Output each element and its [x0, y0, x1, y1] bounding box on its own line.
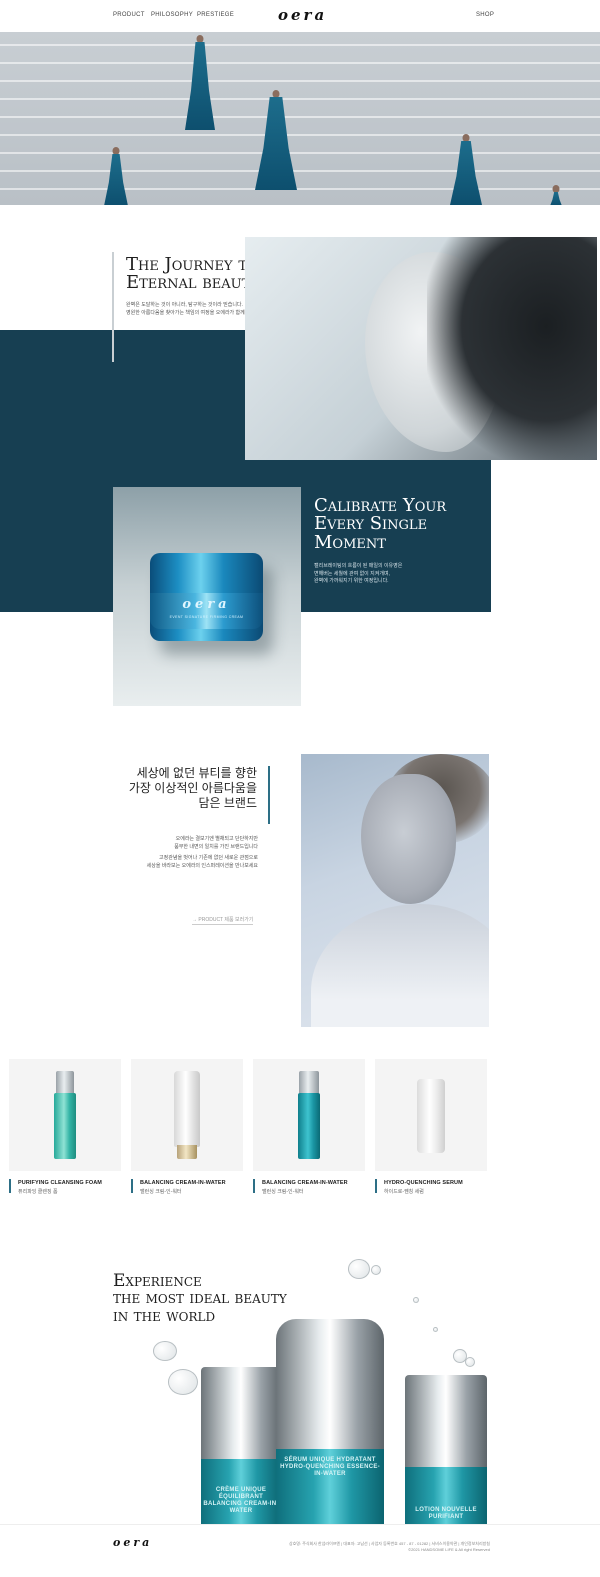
calibrate-text: 캘리브레이팅의 흐름이 된 매일의 이유영은 변해버는 세월에 관여 없이 지켜…	[314, 563, 402, 586]
product-name-ko: 퓨리파잉 클렌징 폼	[18, 1189, 58, 1195]
product-link[interactable]: → PRODUCT 제품 보러가기	[192, 916, 254, 925]
model-figure	[104, 147, 128, 205]
footer-copyright: ©2021 HANDSOME LIFE & All right Reserved	[408, 1547, 490, 1552]
bottle-label: SÉRUM UNIQUE HYDRATANT HYDRO-QUENCHING E…	[280, 1457, 380, 1477]
product-image[interactable]	[375, 1059, 487, 1171]
brand-text-line: 품부한 내면의 일치를 가진 브랜드입니다	[174, 843, 258, 850]
brand-title-line: 세상에 없던 뷰티를 향한	[136, 766, 257, 780]
brand-text-line: 오에라는 결보기엔 별채되고 단단하지만	[175, 836, 258, 842]
model-figure	[450, 134, 482, 205]
jar-label: EVENT SIGNATURE FIRMING CREAM	[169, 615, 244, 619]
product-link-label: PRODUCT 제품 보러가기	[198, 917, 254, 923]
product-bottle: LOTION NOUVELLE PURIFIANT	[405, 1375, 487, 1524]
journey-title: The Journey to Eternal beauty	[126, 255, 259, 294]
product-card[interactable]: PURIFYING CLEANSING FOAM 퓨리파잉 클렌징 폼	[9, 1059, 121, 1195]
footer-info: 상호명: 주식회사 한섬라이프엔 | 대표자: 고남선 | 사업자 등록번호 4…	[130, 1541, 490, 1553]
brand-title-line: 담은 브랜드	[198, 796, 257, 810]
model-figure	[255, 90, 297, 190]
calibrate-text-line: 변해버는 세월에 관여 없이 지켜개며,	[314, 570, 390, 577]
product-image[interactable]	[131, 1059, 243, 1171]
nav-product[interactable]: PRODUCT	[113, 12, 145, 18]
model-figure	[185, 35, 215, 130]
product-accent-bar	[253, 1179, 255, 1193]
product-accent-bar	[131, 1179, 133, 1193]
model-portrait-image	[301, 754, 489, 1027]
product-card[interactable]: BALANCING CREAM-IN-WATER 밸런싱 크림-인-워터	[253, 1059, 365, 1195]
journey-text-line: 완벽은 도달하는 것이 아니라, 탐구하는 것이라 믿습니다.	[126, 302, 243, 308]
calibrate-text-line: 완벽에 가까워지기 위한 여정입니다.	[314, 578, 389, 584]
calibrate-title-line: Every Single	[314, 513, 428, 535]
product-name-ko: 밸런싱 크림-인-워터	[140, 1189, 182, 1195]
product-name[interactable]: BALANCING CREAM-IN-WATER	[262, 1180, 372, 1186]
nav-shop[interactable]: SHOP	[476, 12, 494, 18]
cream-jar: oera EVENT SIGNATURE FIRMING CREAM	[150, 553, 263, 641]
product-name[interactable]: PURIFYING CLEANSING FOAM	[18, 1180, 128, 1186]
product-name[interactable]: HYDRO-QUENCHING SERUM	[384, 1180, 494, 1186]
brand-title-line: 가장 이상적인 아름다움을	[128, 781, 257, 795]
product-bottle: SÉRUM UNIQUE HYDRATANT HYDRO-QUENCHING E…	[276, 1319, 384, 1524]
journey-text-line: 영원한 아름다움을 찾아가는 책임의 여정을 오에라가 함께합니다.	[126, 309, 260, 316]
cream-jar-image: oera EVENT SIGNATURE FIRMING CREAM	[113, 487, 301, 706]
nav-philosophy[interactable]: PHILOSOPHY	[151, 12, 193, 18]
site-logo[interactable]: oera	[278, 6, 327, 24]
product-bottle: CRÈME UNIQUE ÉQUILIBRANT BALANCING CREAM…	[201, 1367, 281, 1524]
nav-prestiege[interactable]: PRESTIEGE	[197, 12, 234, 18]
site-footer: oera 상호명: 주식회사 한섬라이프엔 | 대표자: 고남선 | 사업자 등…	[0, 1524, 600, 1577]
product-name-ko: 하이드로-퀜칭 세럼	[384, 1189, 424, 1195]
bottle-label: LOTION NOUVELLE PURIFIANT	[415, 1507, 477, 1520]
brand-text-2: 고정관념을 벗어나 기존에 없던 새로운 관점으로 세상을 바라보는 오에라의 …	[100, 855, 258, 870]
product-card[interactable]: BALANCING CREAM-IN-WATER 밸런싱 크림-인-워터	[131, 1059, 243, 1195]
site-header: PRODUCT PHILOSOPHY PRESTIEGE oera SHOP	[0, 0, 600, 32]
journey-title-line: Eternal beauty	[126, 272, 259, 294]
jar-logo: oera	[182, 597, 231, 612]
product-card[interactable]: HYDRO-QUENCHING SERUM 하이드로-퀜칭 세럼	[375, 1059, 487, 1195]
product-name-ko: 밸런싱 크림-인-워터	[262, 1189, 304, 1195]
model-figure	[550, 185, 562, 205]
experience-title: Experience the most ideal beauty in the …	[113, 1272, 287, 1326]
calibrate-title-line: Moment	[314, 531, 386, 553]
brand-text-1: 오에라는 결보기엔 별채되고 단단하지만 품부한 내면의 일치를 가진 브랜드입…	[100, 836, 258, 851]
brand-text-line: 고정관념을 벗어나 기존에 없던 새로운 관점으로	[159, 855, 258, 861]
brand-title: 세상에 없던 뷰티를 향한 가장 이상적인 아름다움을 담은 브랜드	[100, 766, 257, 811]
hero-image	[0, 32, 600, 205]
product-image[interactable]	[9, 1059, 121, 1171]
brand-accent-bar	[268, 766, 270, 824]
calibrate-title: Calibrate Your Every Single Moment	[314, 496, 446, 553]
journey-text: 완벽은 도달하는 것이 아니라, 탐구하는 것이라 믿습니다. 영원한 아름다움…	[126, 302, 260, 317]
section-divider-line	[112, 252, 114, 362]
bottle-label: CRÈME UNIQUE ÉQUILIBRANT BALANCING CREAM…	[203, 1487, 279, 1514]
profile-portrait-image	[245, 237, 597, 460]
product-image[interactable]	[253, 1059, 365, 1171]
product-name[interactable]: BALANCING CREAM-IN-WATER	[140, 1180, 250, 1186]
calibrate-text-line: 캘리브레이팅의 흐름이 된 매일의 이유영은	[314, 563, 403, 569]
product-accent-bar	[9, 1179, 11, 1193]
brand-text-line: 세상을 바라보는 오에라의 인스퍼레이션을 만나보세요	[146, 862, 258, 869]
product-accent-bar	[375, 1179, 377, 1193]
experience-title-line: in the world	[113, 1305, 216, 1326]
